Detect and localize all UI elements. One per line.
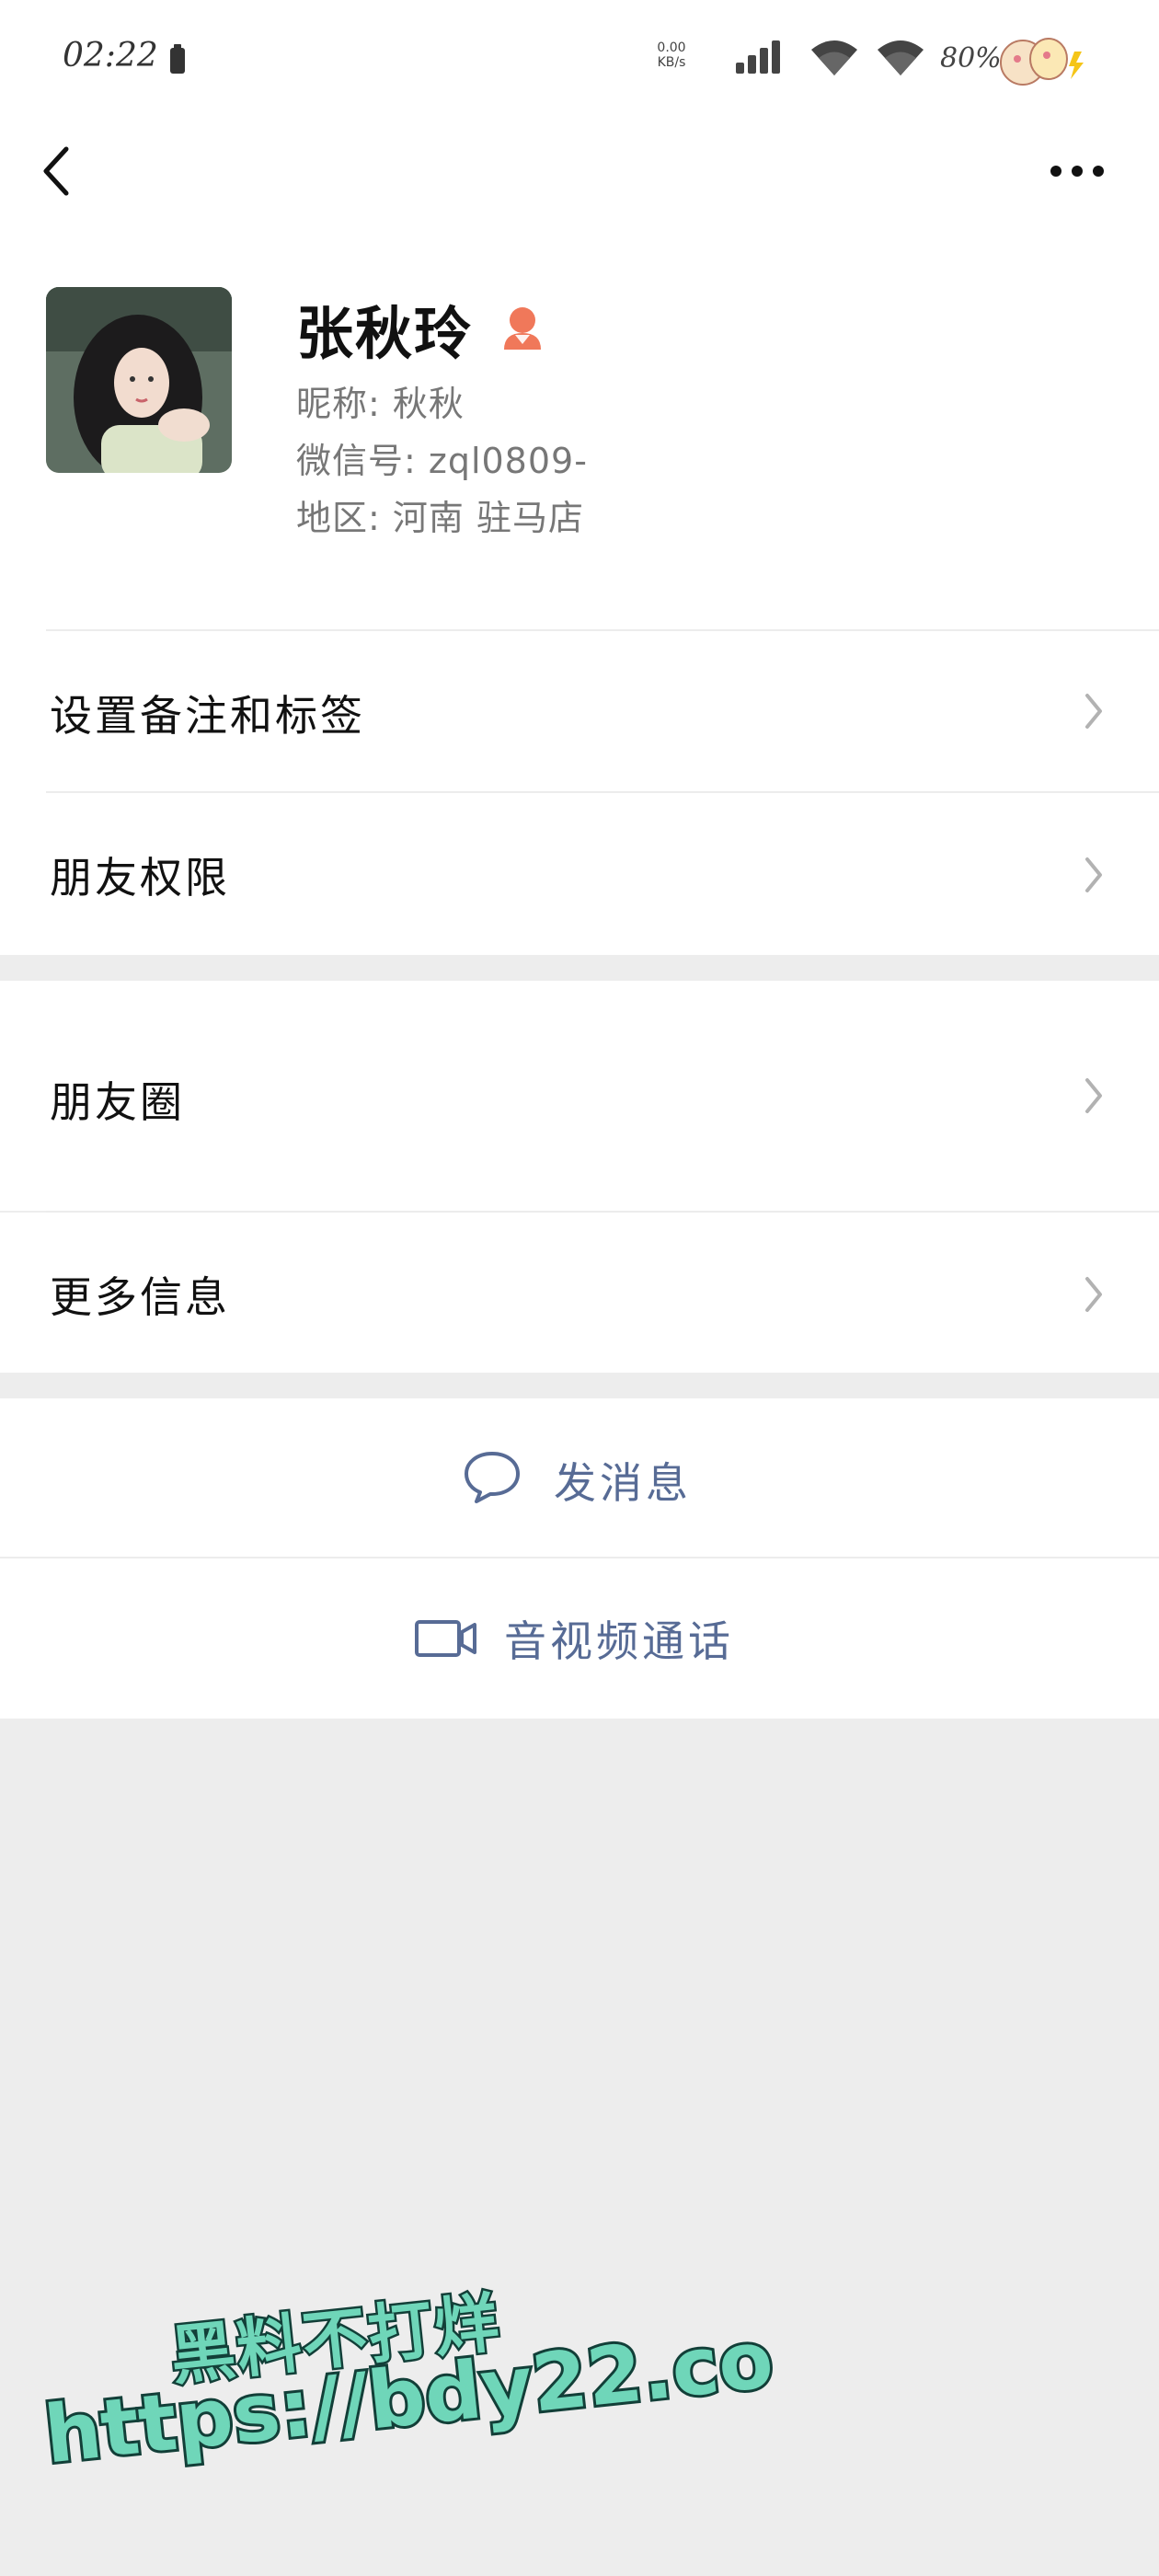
wifi-icon bbox=[811, 40, 857, 75]
chevron-right-icon bbox=[1085, 1277, 1102, 1312]
chevron-right-icon bbox=[1085, 1078, 1102, 1113]
network-speed-unit: KB/s bbox=[657, 55, 686, 70]
status-time: 02:22 bbox=[63, 37, 158, 75]
send-message-label: 发消息 bbox=[554, 1458, 692, 1508]
avatar[interactable] bbox=[46, 287, 232, 473]
menu-item-label: 设置备注和标签 bbox=[50, 691, 365, 741]
section-separator bbox=[0, 1373, 1159, 1398]
menu-item-friend-permissions[interactable]: 朋友权限 bbox=[0, 793, 1159, 955]
menu-item-moments[interactable]: 朋友圈 bbox=[0, 981, 1159, 1211]
menu-item-label: 朋友权限 bbox=[50, 853, 230, 903]
menu-item-more-info[interactable]: 更多信息 bbox=[0, 1213, 1159, 1373]
video-camera-icon bbox=[415, 1620, 476, 1657]
menu-item-label: 朋友圈 bbox=[50, 1077, 185, 1127]
chevron-right-icon bbox=[1085, 857, 1102, 892]
profile-name: 张秋玲 bbox=[296, 300, 474, 367]
region: 地区: 河南 驻马店 bbox=[296, 498, 584, 538]
battery-sticker-icon bbox=[1000, 38, 1084, 86]
send-message-button[interactable]: 发消息 bbox=[0, 1398, 1159, 1557]
signal-icon bbox=[736, 40, 780, 74]
chevron-left-icon[interactable] bbox=[39, 142, 75, 201]
nickname: 昵称: 秋秋 bbox=[296, 384, 465, 424]
avatar-image bbox=[46, 287, 232, 473]
battery-percent: 80% bbox=[940, 42, 1002, 75]
chat-bubble-icon bbox=[465, 1452, 520, 1503]
menu-item-remark-tags[interactable]: 设置备注和标签 bbox=[0, 631, 1159, 791]
menu-item-label: 更多信息 bbox=[50, 1272, 230, 1322]
network-speed: 0.00 KB/s bbox=[649, 40, 694, 70]
video-call-button[interactable]: 音视频通话 bbox=[0, 1558, 1159, 1719]
video-call-label: 音视频通话 bbox=[504, 1616, 734, 1666]
wifi-icon bbox=[878, 40, 924, 75]
battery-saver-icon bbox=[170, 44, 185, 74]
network-speed-value: 0.00 bbox=[657, 40, 686, 55]
wechat-id: 微信号: zql0809- bbox=[296, 441, 588, 481]
chevron-right-icon bbox=[1085, 694, 1102, 729]
section-separator bbox=[0, 955, 1159, 981]
ellipsis-icon[interactable] bbox=[1049, 162, 1106, 180]
female-icon bbox=[504, 307, 541, 350]
